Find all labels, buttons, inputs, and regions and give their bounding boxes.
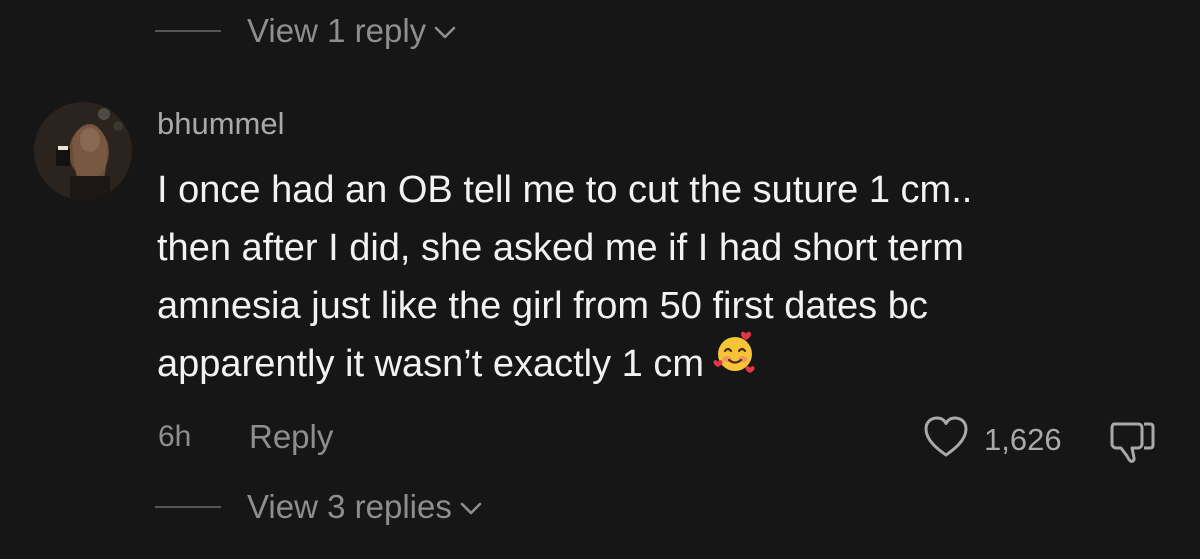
comment-line: I once had an OB tell me to cut the sutu… [157,169,973,211]
view-replies-label: View 1 reply [247,12,427,49]
comment-line: amnesia just like the girl from 50 first… [157,285,928,327]
comment-timestamp: 6h [158,420,192,453]
chevron-down-icon [434,10,456,48]
divider-line [155,506,221,508]
view-replies-bottom[interactable]: View 3 replies [155,488,482,526]
avatar-image [34,102,132,200]
like-button[interactable]: 1,626 [922,415,1062,464]
like-count: 1,626 [984,421,1062,457]
chevron-down-icon [460,486,482,524]
view-replies-label: View 3 replies [247,488,452,525]
reply-button[interactable]: Reply [249,418,333,456]
heart-outline-icon [922,415,970,464]
view-replies-top[interactable]: View 1 reply [155,12,456,50]
smiling-face-with-hearts-icon [712,330,758,393]
comment-line-last: apparently it wasn’t exactly 1 cm [157,332,1157,393]
divider-line [155,30,221,32]
comment-line: then after I did, she asked me if I had … [157,227,964,269]
comment-line: apparently it wasn’t exactly 1 cm [157,343,705,385]
avatar[interactable] [34,102,132,200]
comment-thread: View 1 reply bhummel I once had an OB te… [0,0,1200,559]
username[interactable]: bhummel [157,106,285,142]
thumbs-down-icon[interactable] [1108,418,1158,469]
comment-text: I once had an OB tell me to cut the sutu… [157,161,1157,393]
